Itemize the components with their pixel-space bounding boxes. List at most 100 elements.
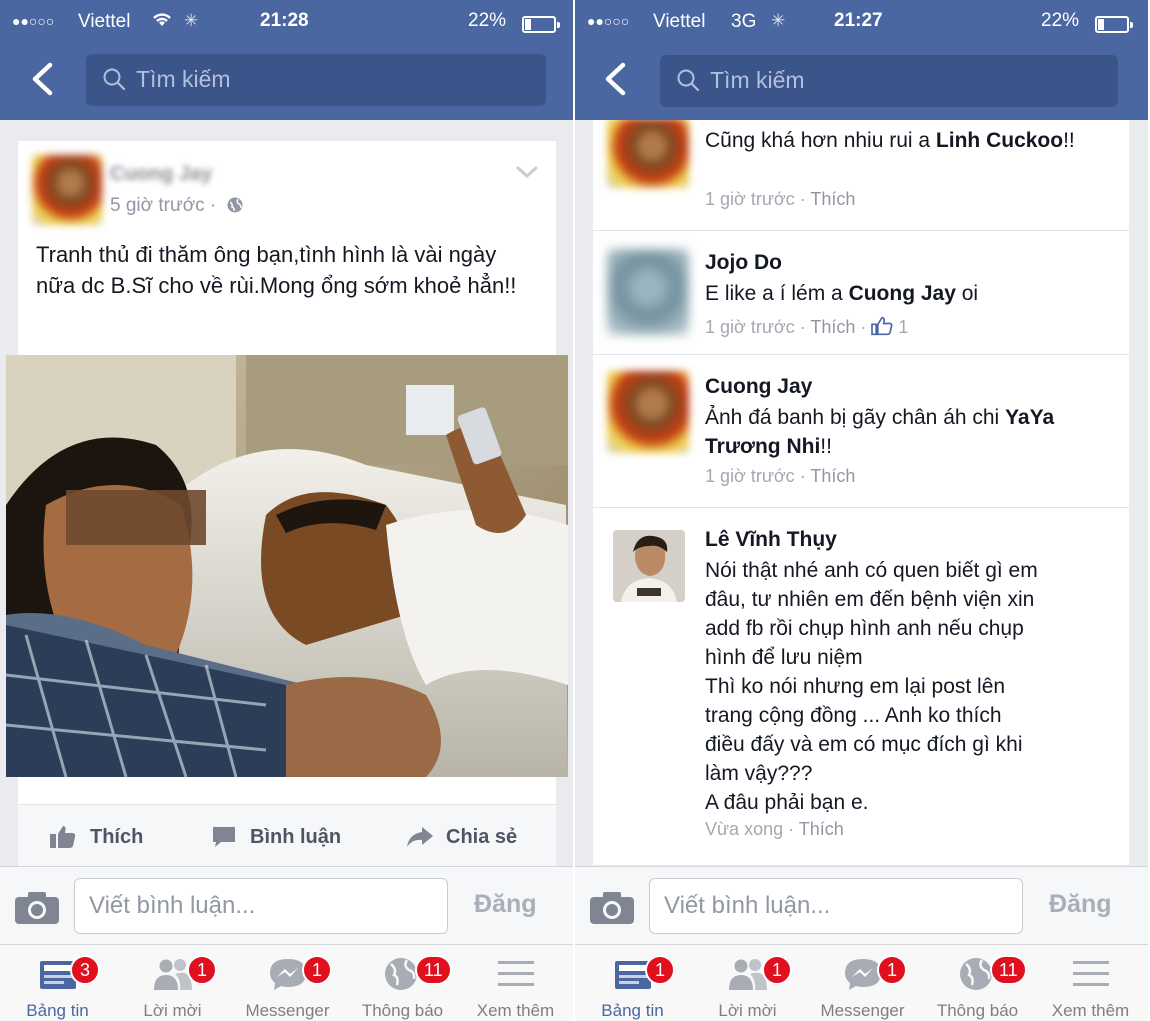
comment-input[interactable]: Viết bình luận... (74, 878, 448, 934)
phone-screen-right: Cũng khá hơn nhiu rui a Linh Cuckoo!! 1 … (575, 0, 1148, 1021)
commenter-avatar[interactable] (607, 249, 689, 335)
tab-more[interactable]: Xem thêm (1033, 945, 1148, 1021)
tab-label-notifications: Thông báo (936, 1001, 1019, 1020)
badge-notifications: 11 (415, 955, 452, 985)
back-button[interactable] (28, 62, 56, 96)
tab-news-feed[interactable]: 1 Bảng tin (575, 945, 690, 1021)
share-button[interactable]: Chia sẻ (406, 826, 517, 849)
tab-news-feed[interactable]: 3 Bảng tin (0, 945, 115, 1021)
menu-icon (1073, 961, 1109, 986)
commenter-name[interactable]: Jojo Do (705, 251, 782, 275)
comment-line: Thì ko nói nhưng em lại post lên (705, 675, 1006, 698)
tab-label-messenger: Messenger (245, 1001, 330, 1020)
comment-label: Bình luận (250, 826, 342, 848)
badge-messenger: 1 (302, 955, 332, 985)
comment-input[interactable]: Viết bình luận... (649, 878, 1023, 934)
tab-messenger[interactable]: 1 Messenger (805, 945, 920, 1021)
search-placeholder: Tìm kiếm (136, 66, 231, 92)
comment-meta: Vừa xong · Thích (705, 819, 844, 839)
search-icon (677, 69, 700, 92)
comment-time: Vừa xong (705, 819, 784, 839)
like-label: Thích (90, 826, 144, 848)
search-input[interactable]: Tìm kiếm (660, 55, 1118, 107)
comment-placeholder: Viết bình luận... (89, 892, 256, 919)
carrier-label: Viettel (653, 11, 706, 32)
comment-time: 1 giờ trước (705, 466, 795, 486)
commenter-avatar[interactable] (607, 118, 689, 188)
search-placeholder: Tìm kiếm (710, 67, 805, 93)
commenter-name[interactable]: Cuong Jay (705, 375, 812, 399)
tab-bar: 3 Bảng tin 1 Lời mời 1 Messenger 11 Thôn… (0, 944, 573, 1021)
comment-text: Cũng khá hơn nhiu rui a Linh Cuckoo!! (705, 126, 1115, 155)
hospital-selfie-image (6, 355, 568, 777)
status-bar: ●●○○○ Viettel 3G ✳ 21:27 22% (575, 6, 1148, 40)
comment-like-link[interactable]: Thích (810, 466, 855, 486)
globe-privacy-icon (227, 197, 243, 213)
screenshot-pair: ●●○○○ Viettel ✳ 21:28 22% Tìm kiếm Cuong (0, 0, 1150, 1021)
tab-label-news-feed: Bảng tin (601, 1001, 664, 1020)
comment-line: hình để lưu niệm (705, 646, 863, 669)
post-photo[interactable] (6, 355, 568, 777)
comment-like-link[interactable]: Thích (810, 189, 855, 209)
tab-bar: 1 Bảng tin 1 Lời mời 1 Messenger 11 Thôn… (575, 944, 1148, 1021)
network-type: 3G (731, 11, 757, 32)
author-name[interactable]: Cuong Jay (110, 163, 212, 186)
chevron-down-icon[interactable] (516, 165, 538, 184)
comment-line: làm vậy??? (705, 762, 813, 785)
commenter-avatar[interactable] (607, 371, 689, 453)
comment-item: Cuong Jay Ảnh đá banh bị gãy chân áh chi… (593, 355, 1129, 508)
post-actions: Thích Bình luận Chia sẻ (18, 804, 556, 866)
badge-friend-requests: 1 (187, 955, 217, 985)
comment-text: E like a í lém a Cuong Jay oi (705, 279, 1115, 308)
post-comment-button[interactable]: Đăng (474, 890, 537, 919)
comment-button[interactable]: Bình luận (212, 826, 341, 849)
comment-item: Jojo Do E like a í lém a Cuong Jay oi 1 … (593, 231, 1129, 355)
comment-item: Lê Vĩnh Thụy Nói thật nhé anh có quen bi… (593, 508, 1129, 865)
camera-icon[interactable] (14, 891, 60, 930)
like-button[interactable]: Thích (50, 826, 143, 849)
comment-text: Nói thật nhé anh có quen biết gì em đâu,… (705, 556, 1115, 817)
comment-body: Ảnh đá banh bị gãy chân áh chi (705, 406, 1006, 429)
comment-like-link[interactable]: Thích (810, 317, 855, 337)
signal-dots: ●●○○○ (12, 13, 55, 29)
battery-icon (1095, 16, 1133, 33)
tab-label-friend-requests: Lời mời (718, 1001, 777, 1020)
badge-news-feed: 1 (645, 955, 675, 985)
tab-label-news-feed: Bảng tin (26, 1001, 89, 1020)
search-input[interactable]: Tìm kiếm (86, 54, 546, 106)
tab-notifications[interactable]: 11 Thông báo (920, 945, 1035, 1021)
battery-icon (522, 16, 560, 33)
thumbs-up-icon (871, 316, 893, 336)
commenter-name[interactable]: Lê Vĩnh Thụy (705, 528, 837, 552)
tab-friend-requests[interactable]: 1 Lời mời (690, 945, 805, 1021)
camera-icon[interactable] (589, 891, 635, 930)
comment-like-link[interactable]: Thích (799, 819, 844, 839)
tab-friend-requests[interactable]: 1 Lời mời (115, 945, 230, 1021)
comment-body-end: !! (820, 435, 832, 458)
comment-composer: Viết bình luận... Đăng (575, 866, 1148, 944)
top-bar: ●●○○○ Viettel ✳ 21:28 22% Tìm kiếm (0, 0, 573, 120)
signal-dots: ●●○○○ (587, 13, 630, 29)
commenter-avatar[interactable] (613, 530, 685, 602)
back-button[interactable] (601, 62, 629, 96)
comment-line: Nói thật nhé anh có quen biết gì em (705, 559, 1038, 582)
post-time: 5 giờ trước · (110, 195, 217, 216)
tab-messenger[interactable]: 1 Messenger (230, 945, 345, 1021)
mention-link[interactable]: Linh Cuckoo (936, 129, 1063, 152)
share-arrow-icon (407, 827, 433, 847)
tab-more[interactable]: Xem thêm (458, 945, 573, 1021)
top-bar: ●●○○○ Viettel 3G ✳ 21:27 22% Tìm kiếm (575, 0, 1148, 120)
comment-meta: 1 giờ trước · Thích (705, 466, 856, 486)
author-avatar[interactable] (32, 155, 102, 225)
mention-link[interactable]: Cuong Jay (849, 282, 956, 305)
badge-messenger: 1 (877, 955, 907, 985)
tab-notifications[interactable]: 11 Thông báo (345, 945, 460, 1021)
comment-bubble-icon (213, 827, 235, 847)
wifi-icon (150, 9, 174, 35)
battery-percent: 22% (468, 10, 507, 31)
clock: 21:27 (834, 10, 883, 31)
comment-meta: 1 giờ trước · Thích (705, 189, 856, 209)
badge-notifications: 11 (990, 955, 1027, 985)
post-comment-button[interactable]: Đăng (1049, 890, 1112, 919)
status-bar: ●●○○○ Viettel ✳ 21:28 22% (0, 6, 573, 40)
